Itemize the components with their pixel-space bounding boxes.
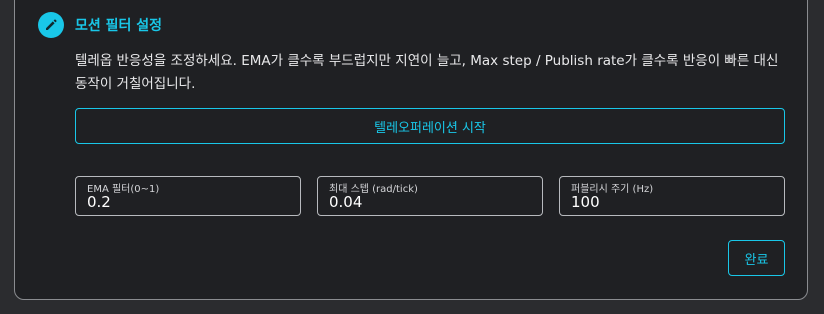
publish-rate-field[interactable]: 퍼블리시 주기 (Hz) 100 xyxy=(559,176,785,216)
step-title: 모션 필터 설정 xyxy=(75,18,163,34)
step-description: 텔레옵 반응성을 조정하세요. EMA가 클수록 부드럽지만 지연이 늘고, M… xyxy=(75,53,779,92)
ema-filter-field[interactable]: EMA 필터(0~1) 0.2 xyxy=(75,176,301,216)
publish-rate-value[interactable]: 100 xyxy=(571,193,600,211)
done-button[interactable]: 완료 xyxy=(728,240,785,276)
edit-pencil-icon xyxy=(38,12,64,38)
motion-filter-panel xyxy=(14,0,808,300)
max-step-value[interactable]: 0.04 xyxy=(329,193,362,211)
ema-filter-value[interactable]: 0.2 xyxy=(87,193,111,211)
max-step-field[interactable]: 최대 스텝 (rad/tick) 0.04 xyxy=(317,176,543,216)
start-teleoperation-button[interactable]: 텔레오퍼레이션 시작 xyxy=(75,108,785,144)
